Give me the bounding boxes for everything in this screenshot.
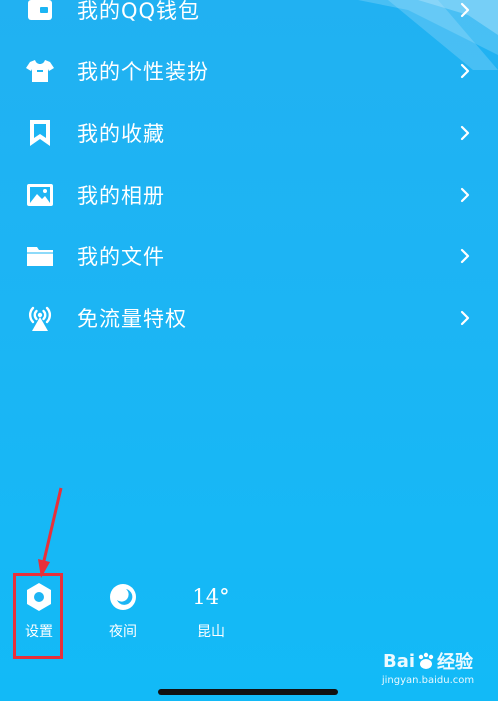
watermark-logo-text: Bai bbox=[382, 650, 416, 672]
chevron-right-icon bbox=[458, 185, 472, 205]
menu-item-album[interactable]: 我的相册 bbox=[0, 169, 498, 221]
signal-tower-icon bbox=[26, 304, 54, 332]
paw-icon bbox=[418, 652, 434, 669]
menu-item-free-data[interactable]: 免流量特权 bbox=[0, 292, 498, 344]
settings-label: 设置 bbox=[25, 624, 53, 640]
night-mode-label: 夜间 bbox=[109, 624, 137, 640]
menu-item-label: 我的QQ钱包 bbox=[77, 0, 201, 23]
menu-item-files[interactable]: 我的文件 bbox=[0, 230, 498, 282]
home-indicator[interactable] bbox=[158, 689, 338, 695]
weather-widget[interactable]: 14° 昆山 bbox=[181, 580, 241, 641]
menu-item-favorites[interactable]: 我的收藏 bbox=[0, 107, 498, 159]
shirt-icon bbox=[26, 57, 54, 85]
photo-icon bbox=[26, 181, 54, 209]
menu-item-label: 免流量特权 bbox=[77, 307, 187, 331]
moon-icon bbox=[93, 580, 153, 614]
baidu-jingyan-watermark: Bai 经验 jingyan.baidu.com bbox=[378, 648, 478, 687]
menu-item-label: 我的相册 bbox=[77, 184, 165, 208]
bookmark-icon bbox=[26, 119, 54, 147]
night-mode-button[interactable]: 夜间 bbox=[93, 580, 153, 641]
city-label: 昆山 bbox=[197, 624, 225, 640]
settings-button[interactable]: 设置 bbox=[9, 580, 69, 641]
baidu-logo: Bai 经验 bbox=[378, 648, 478, 674]
drawer-bottom-bar: 设置 夜间 14° 昆山 bbox=[0, 580, 498, 650]
temperature-text: 14° bbox=[181, 580, 241, 614]
menu-item-label: 我的个性装扮 bbox=[77, 60, 209, 84]
watermark-url: jingyan.baidu.com bbox=[381, 675, 475, 686]
menu-item-qq-wallet[interactable]: 我的QQ钱包 bbox=[0, 0, 498, 36]
chevron-right-icon bbox=[458, 61, 472, 81]
menu-item-label: 我的收藏 bbox=[77, 122, 165, 146]
folder-icon bbox=[26, 242, 54, 270]
chevron-right-icon bbox=[458, 308, 472, 328]
chevron-right-icon bbox=[458, 0, 472, 20]
annotation-arrow bbox=[38, 487, 63, 578]
temperature-value: 14° bbox=[192, 585, 230, 609]
watermark-logo-text-2: 经验 bbox=[437, 652, 474, 673]
chevron-right-icon bbox=[458, 123, 472, 143]
menu-item-label: 我的文件 bbox=[77, 245, 165, 269]
settings-icon bbox=[9, 580, 69, 614]
menu-item-personal-dressup[interactable]: 我的个性装扮 bbox=[0, 45, 498, 97]
chevron-right-icon bbox=[458, 246, 472, 266]
wallet-icon bbox=[26, 0, 54, 24]
